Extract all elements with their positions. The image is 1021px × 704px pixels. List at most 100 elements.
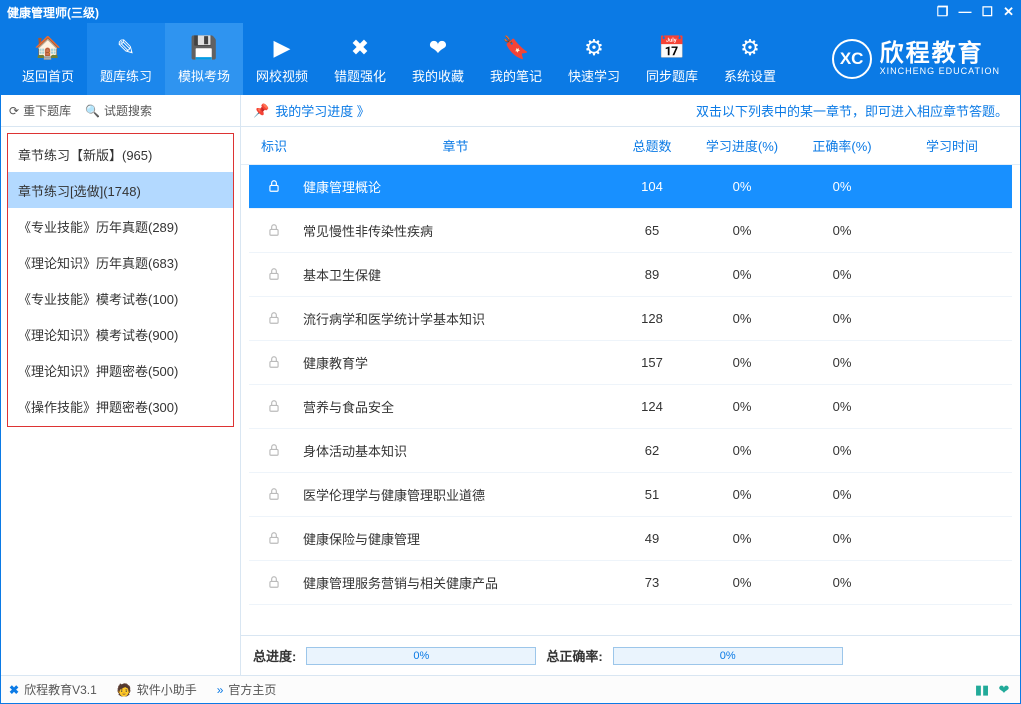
toolbar-btn-5[interactable]: ❤我的收藏 xyxy=(399,23,477,95)
brand-main: 欣程教育 xyxy=(880,41,1000,67)
table-row[interactable]: 基本卫生保健 89 0% 0% xyxy=(249,253,1012,297)
lock-cell xyxy=(249,529,299,548)
status-helper[interactable]: 🧑 软件小助手 xyxy=(117,681,197,698)
titlebar[interactable]: 健康管理师(三级) ❐ — ☐ ✕ xyxy=(1,1,1020,23)
brand-sub: XINCHENG EDUCATION xyxy=(880,67,1000,77)
chapter-cell: 常见慢性非传染性疾病 xyxy=(299,221,612,240)
col-chapter-header: 章节 xyxy=(299,136,612,155)
progress-cell: 0% xyxy=(692,223,792,238)
toolbar-btn-6[interactable]: 🔖我的笔记 xyxy=(477,23,555,95)
status-app[interactable]: ✖ 欣程教育V3.1 xyxy=(9,681,97,698)
official-label: 官方主页 xyxy=(228,681,276,698)
chapter-cell: 健康管理概论 xyxy=(299,177,612,196)
category-item[interactable]: 《理论知识》模考试卷(900) xyxy=(8,316,233,352)
col-icon-header: 标识 xyxy=(249,136,299,155)
tool-icon: 📅 xyxy=(657,34,687,62)
accuracy-cell: 0% xyxy=(792,487,892,502)
total-cell: 62 xyxy=(612,443,692,458)
sidebar: ⟳ 重下题库 🔍 试题搜索 章节练习【新版】(965)章节练习[选做](1748… xyxy=(1,95,241,675)
col-progress-header: 学习进度(%) xyxy=(692,136,792,155)
lock-icon xyxy=(265,309,283,327)
chapter-cell: 基本卫生保健 xyxy=(299,265,612,284)
chapter-cell: 医学伦理学与健康管理职业道德 xyxy=(299,485,612,504)
brand: XC 欣程教育XINCHENG EDUCATION xyxy=(832,39,1012,79)
lock-cell xyxy=(249,397,299,416)
total-accuracy-value: 0% xyxy=(720,650,736,662)
table-row[interactable]: 健康管理概论 104 0% 0% xyxy=(249,165,1012,209)
status-official[interactable]: » 官方主页 xyxy=(217,681,277,698)
table-body[interactable]: 健康管理概论 104 0% 0% 常见慢性非传染性疾病 65 0% 0% 基本卫… xyxy=(241,165,1020,635)
total-cell: 73 xyxy=(612,575,692,590)
toolbar-btn-4[interactable]: ✖ 错题强化 xyxy=(321,23,399,95)
toolbar-btn-3[interactable]: ▶ 网校视频 xyxy=(243,23,321,95)
lock-cell xyxy=(249,265,299,284)
lock-icon xyxy=(265,221,283,239)
col-total-header: 总题数 xyxy=(612,136,692,155)
tool-icon: ▶ xyxy=(267,34,297,62)
chart-icon[interactable]: ▮▮ xyxy=(974,682,990,698)
total-cell: 128 xyxy=(612,311,692,326)
category-item[interactable]: 《专业技能》历年真题(289) xyxy=(8,208,233,244)
accuracy-cell: 0% xyxy=(792,399,892,414)
total-cell: 51 xyxy=(612,487,692,502)
lock-cell xyxy=(249,177,299,196)
table-row[interactable]: 健康管理服务营销与相关健康产品 73 0% 0% xyxy=(249,561,1012,605)
tool-label: 网校视频 xyxy=(256,66,308,85)
toolbar-btn-7[interactable]: ⚙快速学习 xyxy=(555,23,633,95)
progress-cell: 0% xyxy=(692,311,792,326)
helper-label: 软件小助手 xyxy=(137,681,197,698)
tool-icon: 🏠 xyxy=(33,34,63,62)
table-row[interactable]: 流行病学和医学统计学基本知识 128 0% 0% xyxy=(249,297,1012,341)
tool-label: 错题强化 xyxy=(334,66,386,85)
main-top-bar: 📌 我的学习进度 》 双击以下列表中的某一章节，即可进入相应章节答题。 xyxy=(241,95,1020,127)
toolbar-btn-9[interactable]: ⚙系统设置 xyxy=(711,23,789,95)
minimize-icon[interactable]: — xyxy=(958,4,971,20)
arrow-icon: » xyxy=(217,683,224,697)
tool-label: 模拟考场 xyxy=(178,66,230,85)
refresh-db-button[interactable]: ⟳ 重下题库 xyxy=(9,102,71,119)
category-item[interactable]: 《操作技能》押题密卷(300) xyxy=(8,388,233,424)
heart-icon[interactable]: ❤ xyxy=(996,682,1012,698)
app-version: 欣程教育V3.1 xyxy=(24,681,97,698)
total-accuracy-label: 总正确率: xyxy=(546,646,602,665)
chapter-cell: 营养与食品安全 xyxy=(299,397,612,416)
chapter-cell: 健康教育学 xyxy=(299,353,612,372)
toolbar-btn-2[interactable]: 💾模拟考场 xyxy=(165,23,243,95)
window-title: 健康管理师(三级) xyxy=(7,4,99,21)
table-row[interactable]: 健康教育学 157 0% 0% xyxy=(249,341,1012,385)
table-row[interactable]: 营养与食品安全 124 0% 0% xyxy=(249,385,1012,429)
col-time-header: 学习时间 xyxy=(892,136,1012,155)
category-item[interactable]: 《理论知识》押题密卷(500) xyxy=(8,352,233,388)
lock-cell xyxy=(249,441,299,460)
category-item[interactable]: 章节练习[选做](1748) xyxy=(8,172,233,208)
lock-cell xyxy=(249,485,299,504)
toolbar-btn-1[interactable]: ✎题库练习 xyxy=(87,23,165,95)
table-row[interactable]: 身体活动基本知识 62 0% 0% xyxy=(249,429,1012,473)
category-item[interactable]: 《理论知识》历年真题(683) xyxy=(8,244,233,280)
category-item[interactable]: 《专业技能》模考试卷(100) xyxy=(8,280,233,316)
table-row[interactable]: 常见慢性非传染性疾病 65 0% 0% xyxy=(249,209,1012,253)
search-questions-button[interactable]: 🔍 试题搜索 xyxy=(85,102,152,119)
table-row[interactable]: 健康保险与健康管理 49 0% 0% xyxy=(249,517,1012,561)
lock-icon xyxy=(265,529,283,547)
brand-logo: XC xyxy=(832,39,872,79)
tool-icon: ⚙ xyxy=(735,34,765,62)
main-panel: 📌 我的学习进度 》 双击以下列表中的某一章节，即可进入相应章节答题。 标识 章… xyxy=(241,95,1020,675)
tool-label: 快速学习 xyxy=(568,66,620,85)
search-icon: 🔍 xyxy=(85,104,100,118)
tool-icon: 🔖 xyxy=(501,34,531,62)
accuracy-cell: 0% xyxy=(792,223,892,238)
maximize-icon[interactable]: ☐ xyxy=(981,4,993,20)
toolbar-btn-0[interactable]: 🏠返回首页 xyxy=(9,23,87,95)
table-row[interactable]: 医学伦理学与健康管理职业道德 51 0% 0% xyxy=(249,473,1012,517)
close-icon[interactable]: ✕ xyxy=(1003,4,1014,20)
my-progress-link[interactable]: 📌 我的学习进度 》 xyxy=(253,101,370,120)
tool-icon: ✖ xyxy=(345,34,375,62)
toolbar-btn-8[interactable]: 📅同步题库 xyxy=(633,23,711,95)
hint-text: 双击以下列表中的某一章节，即可进入相应章节答题。 xyxy=(696,101,1008,120)
category-item[interactable]: 章节练习【新版】(965) xyxy=(8,136,233,172)
progress-cell: 0% xyxy=(692,531,792,546)
accuracy-cell: 0% xyxy=(792,179,892,194)
lock-icon xyxy=(265,265,283,283)
restore-icon[interactable]: ❐ xyxy=(937,4,949,20)
